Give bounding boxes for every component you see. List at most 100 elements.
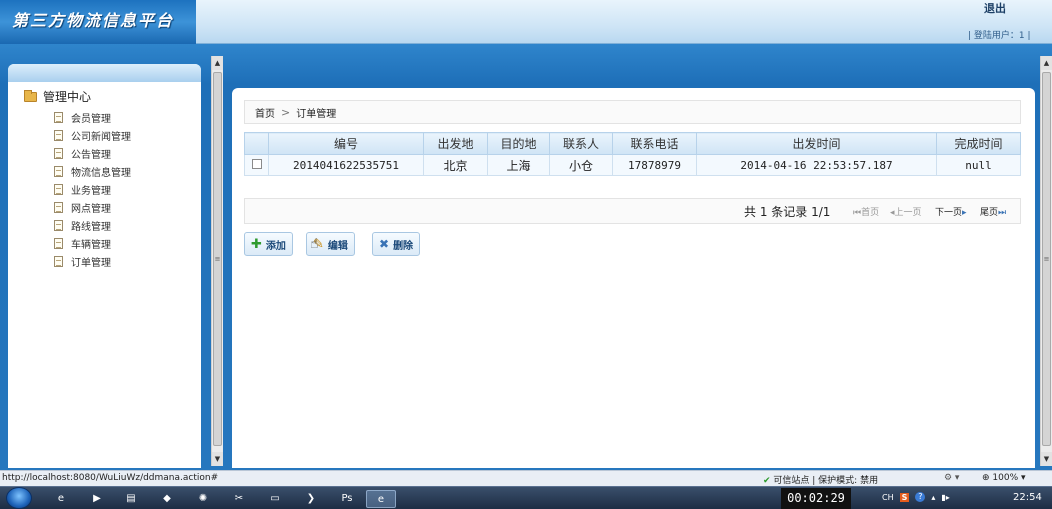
help-icon[interactable]: ? bbox=[915, 492, 926, 502]
first-page-link[interactable]: ⏮首页 bbox=[853, 205, 879, 218]
scroll-down-arrow-icon[interactable]: ▼ bbox=[212, 452, 223, 466]
scroll-thumb[interactable] bbox=[1042, 72, 1051, 446]
start-button[interactable] bbox=[6, 487, 32, 509]
sidebar-header bbox=[8, 64, 201, 82]
sidebar-menu: 会员管理 公司新闻管理 公告管理 物流信息管理 业务管理 网点管理 路线管理 车… bbox=[54, 108, 131, 270]
media-player-icon[interactable]: ▶ bbox=[82, 490, 112, 508]
column-header: 编号 bbox=[268, 132, 424, 155]
column-header: 联系人 bbox=[549, 132, 613, 155]
settings-app-icon[interactable]: ✺ bbox=[188, 490, 218, 508]
document-icon bbox=[54, 129, 63, 141]
network-icon[interactable]: ▮▸ bbox=[941, 493, 949, 502]
finish-time-cell: null bbox=[936, 154, 1021, 176]
sidebar-item-label: 公告管理 bbox=[71, 149, 111, 161]
sidebar-item-label: 公司新闻管理 bbox=[71, 131, 131, 143]
tools-app-icon[interactable]: ✂ bbox=[224, 490, 254, 508]
sidebar-root[interactable]: 管理中心 bbox=[24, 88, 91, 105]
delete-button-label: 删除 bbox=[393, 240, 414, 252]
ie-pinned-icon[interactable]: e bbox=[46, 490, 76, 508]
add-button-label: 添加 bbox=[265, 240, 286, 252]
logout-link[interactable]: 退出 bbox=[984, 0, 1006, 16]
sidebar-item-label: 物流信息管理 bbox=[71, 167, 131, 179]
record-count: 共 1 条记录 1/1 bbox=[744, 205, 831, 219]
breadcrumb: 首页 > 订单管理 bbox=[244, 100, 1021, 124]
last-page-link[interactable]: 尾页⏭ bbox=[980, 205, 1006, 218]
sidebar-item-label: 会员管理 bbox=[71, 113, 111, 125]
zoom-control[interactable]: ⊕ 100% ▾ bbox=[982, 473, 1026, 483]
document-icon bbox=[54, 147, 63, 159]
orders-table: 编号 出发地 目的地 联系人 联系电话 出发时间 完成时间 2014041622… bbox=[244, 132, 1021, 176]
sidebar-item-vehicles[interactable]: 车辆管理 bbox=[54, 234, 131, 252]
order-id-cell: 2014041622535751 bbox=[268, 154, 424, 176]
sidebar-item-label: 业务管理 bbox=[71, 185, 111, 197]
last-page-label: 尾页 bbox=[980, 208, 999, 218]
sidebar-item-label: 车辆管理 bbox=[71, 239, 111, 251]
scroll-thumb[interactable] bbox=[213, 72, 222, 446]
zoom-level: 100% bbox=[992, 473, 1019, 483]
tray-expand-icon[interactable]: ▴ bbox=[931, 493, 935, 502]
sogou-icon[interactable]: S bbox=[899, 492, 910, 502]
taskbar: e ▶ ▤ ◆ ✺ ✂ ▭ ❯ Ps e CH S ? ▴ ▮▸ 22:54 bbox=[0, 486, 1052, 509]
next-page-label: 下一页 bbox=[935, 208, 963, 218]
status-url: http://localhost:8080/WuLiuWz/ddmana.act… bbox=[2, 473, 219, 483]
row-checkbox[interactable] bbox=[251, 158, 262, 169]
add-button[interactable]: ✚ 添加 bbox=[244, 232, 293, 256]
sidebar: 管理中心 会员管理 公司新闻管理 公告管理 物流信息管理 业务管理 网点管理 路… bbox=[8, 64, 201, 468]
column-header: 目的地 bbox=[487, 132, 550, 155]
column-header: 完成时间 bbox=[936, 132, 1021, 155]
sidebar-item-orders[interactable]: 订单管理 bbox=[54, 252, 131, 270]
breadcrumb-home[interactable]: 首页 bbox=[255, 105, 275, 120]
delete-tools-icon: ✖ bbox=[379, 237, 390, 251]
main-scrollbar[interactable]: ▲ ▼ bbox=[1040, 56, 1052, 466]
document-icon bbox=[54, 165, 63, 177]
document-icon bbox=[54, 255, 63, 267]
app-icon[interactable]: ◆ bbox=[152, 490, 182, 508]
select-column-header bbox=[244, 132, 269, 155]
document-icon bbox=[54, 237, 63, 249]
security-zone[interactable]: ✔ 可信站点 | 保护模式: 禁用 bbox=[763, 473, 878, 486]
plus-icon: ✚ bbox=[251, 236, 262, 252]
scroll-up-arrow-icon[interactable]: ▲ bbox=[212, 56, 223, 70]
document-icon bbox=[54, 201, 63, 213]
breadcrumb-current: 订单管理 bbox=[296, 108, 337, 120]
sidebar-item-members[interactable]: 会员管理 bbox=[54, 108, 131, 126]
ime-indicator[interactable]: CH bbox=[882, 493, 894, 502]
sidebar-item-label: 网点管理 bbox=[71, 203, 111, 215]
prev-page-link[interactable]: ◂上一页 bbox=[890, 205, 922, 218]
delete-button[interactable]: ✖ 删除 bbox=[372, 232, 421, 256]
folder-icon bbox=[24, 89, 37, 102]
system-tray: CH S ? ▴ ▮▸ bbox=[882, 492, 950, 502]
clock: 22:54 bbox=[1013, 492, 1042, 503]
explorer-icon[interactable]: ▤ bbox=[116, 490, 146, 508]
first-page-label: 首页 bbox=[861, 208, 880, 218]
top-header: 第三方物流信息平台 退出 | 登陆用户：1 | bbox=[0, 0, 1052, 44]
scroll-up-arrow-icon[interactable]: ▲ bbox=[1041, 56, 1052, 70]
next-page-icon: ▸ bbox=[962, 208, 967, 218]
sidebar-item-label: 路线管理 bbox=[71, 221, 111, 233]
user-info: | 登陆用户：1 | bbox=[968, 31, 1031, 41]
table-row[interactable]: 2014041622535751 北京 上海 小仓 17878979 2014-… bbox=[244, 154, 1021, 176]
ie-active-window-icon[interactable]: e bbox=[366, 490, 396, 508]
zoom-icon: ⊕ bbox=[982, 473, 990, 483]
main-panel: 首页 > 订单管理 编号 出发地 目的地 联系人 联系电话 出发时间 完成时间 … bbox=[232, 88, 1035, 468]
document-icon bbox=[54, 111, 63, 123]
row-select-cell bbox=[244, 154, 269, 176]
sidebar-item-announcements[interactable]: 公告管理 bbox=[54, 144, 131, 162]
sidebar-item-outlets[interactable]: 网点管理 bbox=[54, 198, 131, 216]
photoshop-icon[interactable]: Ps bbox=[332, 490, 362, 508]
prev-page-label: 上一页 bbox=[894, 208, 922, 218]
document-icon bbox=[54, 219, 63, 231]
sidebar-scrollbar[interactable]: ▲ ▼ bbox=[211, 56, 223, 466]
sidebar-item-routes[interactable]: 路线管理 bbox=[54, 216, 131, 234]
sidebar-item-business[interactable]: 业务管理 bbox=[54, 180, 131, 198]
scroll-down-arrow-icon[interactable]: ▼ bbox=[1041, 452, 1052, 466]
zone-settings-icon[interactable]: ⚙ ▾ bbox=[944, 473, 959, 483]
sidebar-item-company-news[interactable]: 公司新闻管理 bbox=[54, 126, 131, 144]
ide-app-icon[interactable]: ❯ bbox=[296, 490, 326, 508]
document-app-icon[interactable]: ▭ bbox=[260, 490, 290, 508]
column-header: 联系电话 bbox=[612, 132, 697, 155]
recording-timer: 00:02:29 bbox=[781, 488, 851, 509]
next-page-link[interactable]: 下一页▸ bbox=[935, 205, 967, 218]
security-zone-label: 可信站点 | 保护模式: 禁用 bbox=[773, 476, 879, 486]
sidebar-item-logistics-info[interactable]: 物流信息管理 bbox=[54, 162, 131, 180]
